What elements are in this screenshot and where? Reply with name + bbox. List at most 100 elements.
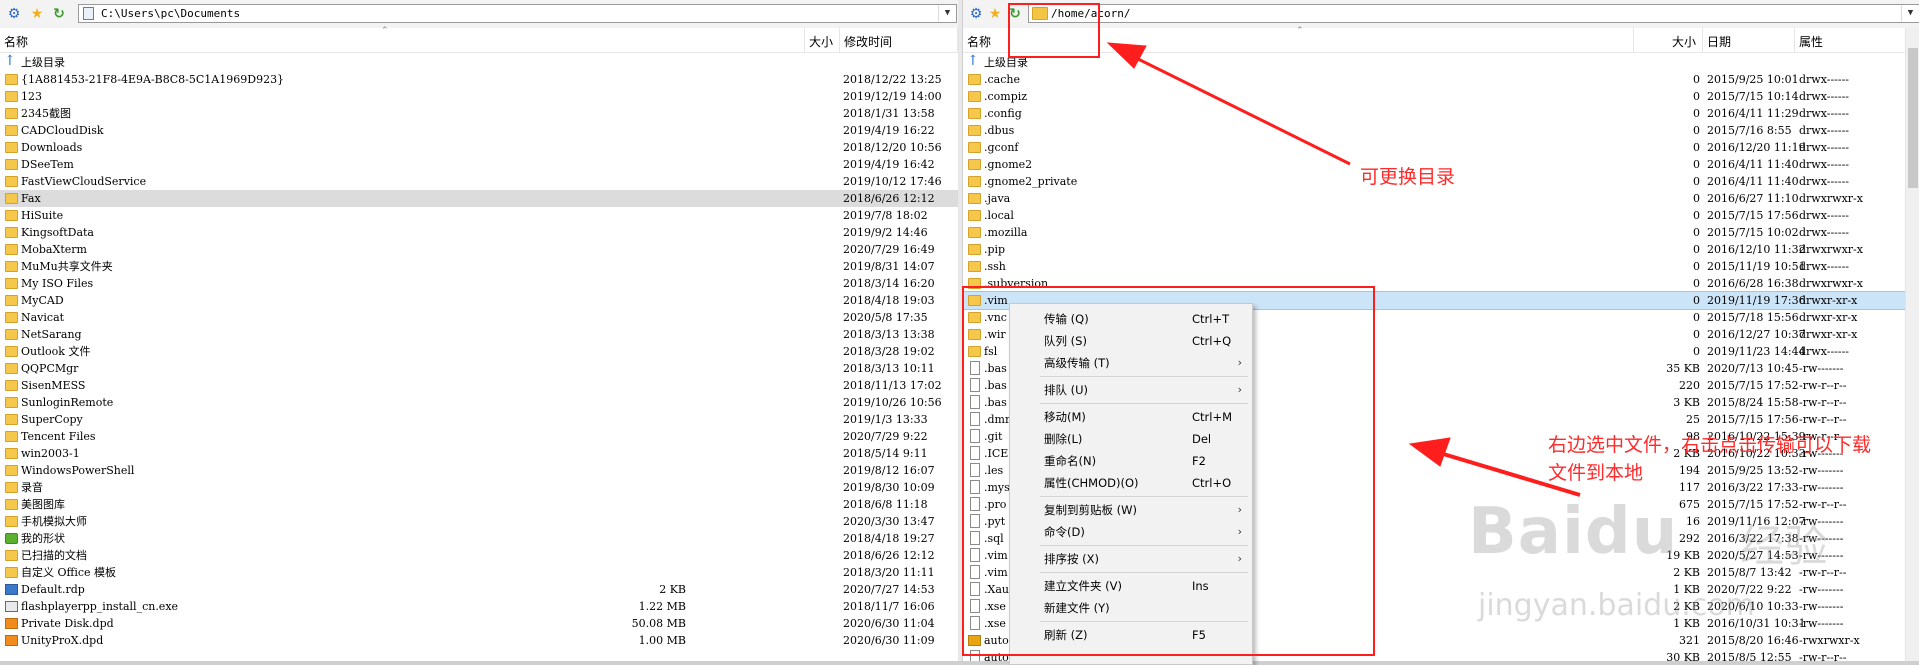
file-row[interactable]: 我的形状 2018/4/18 19:27 (0, 530, 958, 547)
cell-size: 25 (1686, 413, 1700, 426)
folder-icon (5, 567, 18, 578)
file-row[interactable]: UnityProX.dpd 1.00 MB 2020/6/30 11:09 (0, 632, 958, 649)
cell-date: 2016/10/31 10:31 (1707, 617, 1806, 630)
file-row[interactable]: .gconf 0 2016/12/20 11:19 drwx------ (963, 139, 1919, 156)
cell-name: .gnome2 (984, 158, 1033, 171)
cell-date: 2016/4/11 11:40 (1707, 175, 1799, 188)
file-row[interactable]: DSeeTem 2019/4/19 16:42 (0, 156, 958, 173)
file-row[interactable]: My ISO Files 2018/3/14 16:20 (0, 275, 958, 292)
folder-icon (5, 482, 18, 493)
file-row[interactable]: WindowsPowerShell 2019/8/12 16:07 (0, 462, 958, 479)
file-row[interactable]: 已扫描的文档 2018/6/26 12:12 (0, 547, 958, 564)
cell-date: 2020/7/22 9:22 (1707, 583, 1792, 596)
cell-date: 2015/7/15 10:14 (1707, 90, 1799, 103)
file-row[interactable]: Fax 2018/6/26 12:12 (0, 190, 958, 207)
path-dropdown-icon[interactable]: ▼ (938, 5, 956, 22)
file-row[interactable]: Default.rdp 2 KB 2020/7/27 14:53 (0, 581, 958, 598)
file-row[interactable]: 2345截图 2018/1/31 13:58 (0, 105, 958, 122)
cell-name: 123 (21, 90, 42, 103)
remote-toolbar: ⚙ ★ ↻ /home/acorn/ ▼ (963, 0, 1919, 29)
column-size-header[interactable]: 大小 (1634, 28, 1703, 52)
cell-date: 2018/3/13 13:38 (843, 328, 935, 341)
file-row[interactable]: {1A881453-21F8-4E9A-B8C8-5C1A1969D923} 20… (0, 71, 958, 88)
file-row[interactable]: MyCAD 2018/4/18 19:03 (0, 292, 958, 309)
cell-size: 0 (1693, 311, 1700, 324)
cell-perm: drwx------ (1799, 209, 1850, 222)
cell-perm: -rw------- (1799, 532, 1844, 545)
file-row[interactable]: .compiz 0 2015/7/15 10:14 drwx------ (963, 88, 1919, 105)
file-row[interactable]: MuMu共享文件夹 2019/8/31 14:07 (0, 258, 958, 275)
cell-size: 35 KB (1666, 362, 1700, 375)
file-row[interactable]: .java 0 2016/6/27 11:10 drwxrwxr-x (963, 190, 1919, 207)
file-row[interactable]: HiSuite 2019/7/8 18:02 (0, 207, 958, 224)
cell-date: 2018/3/14 16:20 (843, 277, 935, 290)
file-row[interactable]: .cache 0 2015/9/25 10:01 drwx------ (963, 71, 1919, 88)
file-row[interactable]: SunloginRemote 2019/10/26 10:56 (0, 394, 958, 411)
file-row[interactable]: .pip 0 2016/12/10 11:32 drwxrwxr-x (963, 241, 1919, 258)
parent-directory-row[interactable]: ↑ 上级目录 (963, 53, 1919, 71)
cell-perm: drwxrwxr-x (1799, 243, 1863, 256)
cell-size: 2 KB (1673, 600, 1700, 613)
column-size-header[interactable]: 大小 (805, 28, 840, 52)
refresh-icon[interactable]: ↻ (51, 6, 67, 22)
favorites-star-icon[interactable]: ★ (987, 6, 1003, 22)
file-row[interactable]: .ssh 0 2015/11/19 10:51 drwx------ (963, 258, 1919, 275)
cell-name: .ssh (984, 260, 1006, 273)
remote-vertical-scrollbar[interactable] (1905, 28, 1919, 665)
cell-date: 2020/7/13 10:45 (1707, 362, 1799, 375)
cell-perm: drwx------ (1799, 141, 1850, 154)
file-row[interactable]: flashplayerpp_install_cn.exe 1.22 MB 2018/… (0, 598, 958, 615)
cell-size: 0 (1693, 90, 1700, 103)
column-attributes-header[interactable]: 属性 (1795, 28, 1919, 52)
folder-icon (968, 91, 981, 102)
scrollbar-thumb[interactable] (1908, 48, 1918, 188)
file-row[interactable]: 录音 2019/8/30 10:09 (0, 479, 958, 496)
column-name-header[interactable]: 名称 (0, 28, 805, 52)
column-date-header[interactable]: 修改时间 (840, 28, 958, 52)
local-path-input[interactable]: C:\Users\pc\Documents ▼ (78, 4, 957, 23)
file-row[interactable]: QQPCMgr 2018/3/13 10:11 (0, 360, 958, 377)
cell-name: My ISO Files (21, 277, 94, 290)
file-row[interactable]: 手机模拟大师 2020/3/30 13:47 (0, 513, 958, 530)
file-row[interactable]: .local 0 2015/7/15 17:56 drwx------ (963, 207, 1919, 224)
file-row[interactable]: .mozilla 0 2015/7/15 10:02 drwx------ (963, 224, 1919, 241)
network-icon[interactable]: ⚙ (6, 6, 22, 22)
file-row[interactable]: 123 2019/12/19 14:00 (0, 88, 958, 105)
file-row[interactable]: 自定义 Office 模板 2018/3/20 11:11 (0, 564, 958, 581)
file-row[interactable]: 美图图库 2018/6/8 11:18 (0, 496, 958, 513)
cell-name: SunloginRemote (21, 396, 114, 409)
file-row[interactable]: CADCloudDisk 2019/4/19 16:22 (0, 122, 958, 139)
file-row[interactable]: Private Disk.dpd 50.08 MB 2020/6/30 11:04 (0, 615, 958, 632)
file-row[interactable]: Downloads 2018/12/20 10:56 (0, 139, 958, 156)
folder-icon (968, 176, 981, 187)
cell-name: MobaXterm (21, 243, 87, 256)
folder-icon (968, 142, 981, 153)
file-row[interactable]: SisenMESS 2018/11/13 17:02 (0, 377, 958, 394)
file-row[interactable]: Outlook 文件 2018/3/28 19:02 (0, 343, 958, 360)
file-row[interactable]: SuperCopy 2019/1/3 13:33 (0, 411, 958, 428)
file-row[interactable]: MobaXterm 2020/7/29 16:49 (0, 241, 958, 258)
folder-icon (5, 465, 18, 476)
parent-directory-row[interactable]: ↑ 上级目录 (0, 53, 958, 71)
cell-size: 16 (1686, 515, 1700, 528)
cell-date: 2018/5/14 9:11 (843, 447, 928, 460)
file-row[interactable]: .config 0 2016/4/11 11:29 drwx------ (963, 105, 1919, 122)
file-row[interactable]: FastViewCloudService 2019/10/12 17:46 (0, 173, 958, 190)
cell-date: 2015/8/24 15:58 (1707, 396, 1799, 409)
file-row[interactable]: Tencent Files 2020/7/29 9:22 (0, 428, 958, 445)
file-row[interactable]: KingsoftData 2019/9/2 14:46 (0, 224, 958, 241)
folder-icon (968, 210, 981, 221)
remote-path-input[interactable]: /home/acorn/ ▼ (1028, 4, 1919, 23)
favorites-star-icon[interactable]: ★ (29, 6, 45, 22)
file-row[interactable]: win2003-1 2018/5/14 9:11 (0, 445, 958, 462)
cell-name: MyCAD (21, 294, 64, 307)
path-dropdown-icon[interactable]: ▼ (1901, 5, 1919, 22)
file-row[interactable]: NetSarang 2018/3/13 13:38 (0, 326, 958, 343)
cell-date: 2019/11/23 14:44 (1707, 345, 1806, 358)
folder-icon (5, 278, 18, 289)
network-icon[interactable]: ⚙ (968, 6, 984, 22)
column-date-header[interactable]: 日期 (1703, 28, 1795, 52)
file-row[interactable]: .dbus 0 2015/7/16 8:55 drwx------ (963, 122, 1919, 139)
file-row[interactable]: Navicat 2020/5/8 17:35 (0, 309, 958, 326)
cell-name: .config (984, 107, 1022, 120)
